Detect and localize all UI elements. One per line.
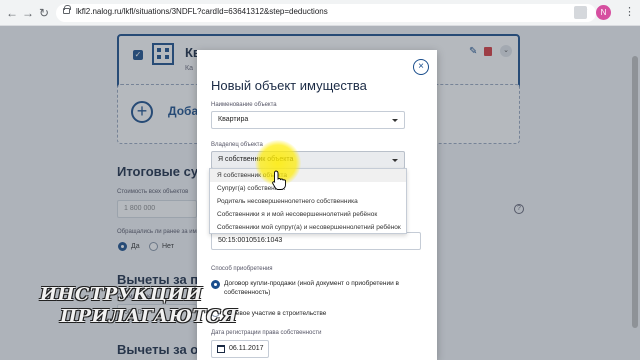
modal-title: Новый объект имущества	[211, 78, 367, 93]
reg-date-value: 06.11.2017	[229, 345, 264, 352]
extension-icon[interactable]	[574, 6, 587, 19]
method-option-shared: Долевое участие в строительстве	[224, 310, 327, 317]
reg-date-field[interactable]: 06.11.2017	[211, 340, 269, 358]
owner-select[interactable]: Я собственник объекта	[211, 151, 405, 169]
profile-avatar[interactable]: N	[596, 5, 611, 20]
hand-cursor-icon	[272, 170, 286, 190]
method-option-sale: Договор купли-продажи (иной документ о п…	[224, 280, 399, 296]
browser-menu-icon[interactable]: ⋮	[624, 5, 635, 18]
back-icon[interactable]: ←	[4, 5, 20, 21]
caret-down-icon	[392, 159, 398, 162]
calendar-icon[interactable]	[217, 345, 225, 353]
forward-icon[interactable]: →	[20, 5, 36, 21]
browser-toolbar: ← → ↻ lkfl2.nalog.ru/lkfl/situations/3ND…	[0, 0, 640, 26]
watermark-line-1: ИНСТРУКЦИИ	[40, 284, 203, 305]
owner-option[interactable]: Собственники я и мой несовершеннолетний …	[210, 208, 406, 221]
watermark-line-2: ПРИЛАГАЮТСЯ	[60, 306, 238, 327]
url-text: lkfl2.nalog.ru/lkfl/situations/3NDFL?car…	[76, 7, 328, 16]
close-icon[interactable]: ×	[413, 59, 429, 75]
owner-dropdown-list: Я собственник объекта Супруг(а) собствен…	[209, 168, 407, 234]
owner-label: Владелец объекта	[211, 142, 263, 148]
owner-option[interactable]: Собственники мой супруг(а) и несовершенн…	[210, 221, 406, 234]
watermark: ИНСТРУКЦИИ ПРИЛАГАЮТСЯ	[40, 284, 237, 328]
reg-date-label: Дата регистрации права собственности	[211, 330, 322, 336]
caret-down-icon	[392, 119, 398, 122]
object-name-value: Квартира	[218, 116, 249, 123]
acquisition-method-label: Способ приобретения	[211, 266, 273, 272]
object-name-label: Наименование объекта	[211, 102, 277, 108]
owner-option[interactable]: Супруг(а) собственник	[210, 182, 406, 195]
reload-icon[interactable]: ↻	[36, 5, 52, 21]
owner-option[interactable]: Родитель несовершеннолетнего собственник…	[210, 195, 406, 208]
object-name-select[interactable]: Квартира	[211, 111, 405, 129]
lock-icon	[63, 5, 71, 14]
cadastral-number-field[interactable]: 50:15:0010516:1043	[211, 232, 421, 250]
owner-option[interactable]: Я собственник объекта	[210, 169, 406, 182]
address-bar[interactable]: lkfl2.nalog.ru/lkfl/situations/3NDFL?car…	[56, 4, 596, 22]
